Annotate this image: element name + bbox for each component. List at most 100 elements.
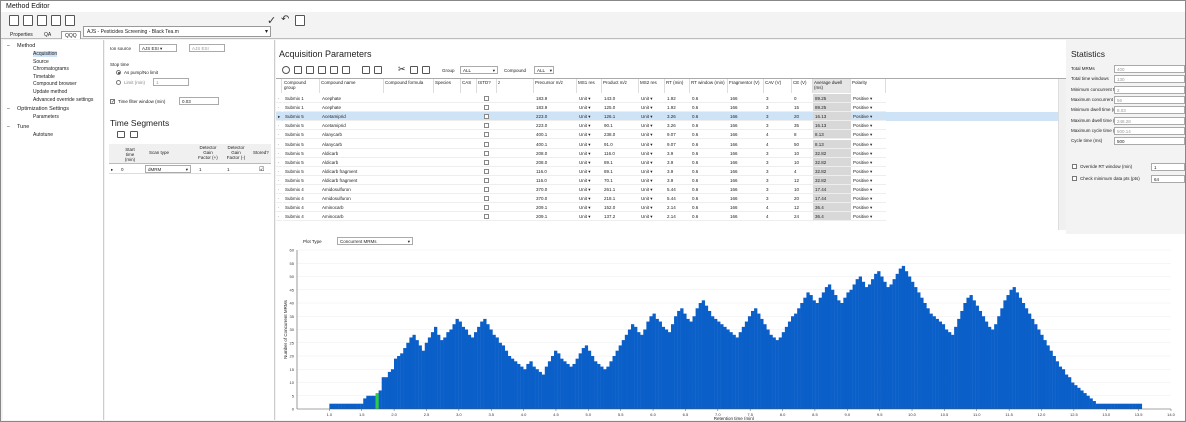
cell-empty[interactable] [384,149,434,158]
nav-item-optimization-settings[interactable]: Optimization Settings [17,106,69,112]
cell-ce[interactable]: 4 [792,167,813,176]
group-filter-select[interactable]: ALL ▾ [460,66,498,74]
cell-pol[interactable]: Positive ▾ [851,176,886,185]
cell-prod[interactable]: 89.1 [602,158,639,167]
cell-empty[interactable] [497,130,534,140]
col-header-compound-name[interactable]: Compound name [320,79,384,93]
cell-pol[interactable]: Positive ▾ [851,112,886,122]
cell-empty[interactable] [497,103,534,113]
cell-empty[interactable] [434,158,461,167]
cell-ms1[interactable]: Unit ▾ [577,194,602,204]
cell-ms2[interactable]: Unit ▾ [639,149,665,158]
cell-prod[interactable]: 116.0 [602,149,639,158]
cell-ms2[interactable]: Unit ▾ [639,158,665,167]
time-filter-checkbox[interactable]: ✓ [110,99,115,105]
cell-ms1[interactable]: Unit ▾ [577,176,602,185]
cell-empty[interactable] [434,140,461,149]
cell-ce[interactable]: 50 [792,140,813,149]
istd-checkbox[interactable] [477,112,497,122]
cell-empty[interactable] [461,158,477,167]
paste-icon[interactable] [422,66,430,74]
cell-empty[interactable] [384,194,434,204]
cell-rtw[interactable]: 0.6 [690,158,728,167]
cell-empty[interactable] [497,203,534,213]
stop-limit-input[interactable]: 1 [153,78,189,86]
cell-pol[interactable]: Positive ▾ [851,130,886,140]
cell-ms2[interactable]: Unit ▾ [639,112,665,122]
cell-group[interactable]: Submix 5 [283,149,320,158]
nav-item-timetable[interactable]: Timetable [33,74,55,80]
cell-pol[interactable]: Positive ▾ [851,94,886,103]
cell-frag[interactable]: 166 [728,94,764,103]
export-icon[interactable] [374,66,382,74]
cell-cav[interactable]: 3 [764,112,792,122]
cell-ms1[interactable]: Unit ▾ [577,158,602,167]
col-header-rt-min-[interactable]: RT (min) [665,79,690,93]
cell-empty[interactable] [434,149,461,158]
cell-ms1[interactable]: Unit ▾ [577,167,602,176]
cell-rtw[interactable]: 0.6 [690,140,728,149]
cell-ms2[interactable]: Unit ▾ [639,130,665,140]
override-rt-input[interactable]: 1 [1151,163,1185,171]
cell-empty[interactable] [384,203,434,213]
cell-prod[interactable]: 70.1 [602,176,639,185]
cell-ms2[interactable]: Unit ▾ [639,140,665,149]
cell-frag[interactable]: 166 [728,194,764,204]
cell-pol[interactable]: Positive ▾ [851,149,886,158]
cell-name[interactable]: Acetamiprid [320,112,384,122]
cell-prec[interactable]: 370.0 [534,194,577,204]
cell-rtw[interactable]: 0.6 [690,185,728,194]
cell-rt[interactable]: 1.92 [665,94,690,103]
delete-segment-icon[interactable] [130,131,138,138]
cell-empty[interactable] [497,176,534,185]
cell-prod[interactable]: 143.0 [602,94,639,103]
tree-expander-icon[interactable]: – [7,43,10,49]
paste-rows-icon[interactable] [342,66,350,74]
cell-name[interactable]: Aldicarb [320,158,384,167]
tree-expander-icon[interactable]: – [7,124,10,130]
stop-limit-radio[interactable] [116,80,121,85]
tab-qa[interactable]: QA [41,31,54,39]
cell-cav[interactable]: 4 [764,140,792,149]
cell-frag[interactable]: 166 [728,130,764,140]
cell-prec[interactable]: 116.0 [534,176,577,185]
seg-scan-select[interactable]: dMRM ▾ [145,165,191,173]
cell-dwell[interactable]: 16.13 [813,121,851,131]
istd-checkbox[interactable] [477,149,497,158]
cell-ms2[interactable]: Unit ▾ [639,94,665,103]
col-header-polarity[interactable]: Polarity [851,79,886,93]
cell-rt[interactable]: 3.9 [665,167,690,176]
cell-ce[interactable]: 20 [792,194,813,204]
table-row[interactable]: · Submix 1 Acephate 183.9 Unit ▾ 125.0 Unit ▾ 1… [276,103,1066,113]
cell-prec[interactable]: 208.0 [534,158,577,167]
cell-group[interactable]: Submix 1 [283,103,320,113]
cell-rtw[interactable]: 0.6 [690,112,728,122]
col-header-cav-v-[interactable]: CAV (V) [764,79,792,93]
delete-row-icon[interactable] [318,66,326,74]
save-icon[interactable] [37,15,47,26]
save-as-icon[interactable] [51,15,61,26]
cell-empty[interactable] [497,140,534,149]
cell-cav[interactable]: 3 [764,149,792,158]
cell-prod[interactable]: 90.1 [602,121,639,131]
cell-ms2[interactable]: Unit ▾ [639,212,665,222]
cell-dwell[interactable]: 32.82 [813,175,851,185]
col-header-precursor-m-z[interactable]: Precursor m/z [534,79,577,93]
cell-ce[interactable]: 20 [792,112,813,122]
cell-pol[interactable]: Positive ▾ [851,103,886,113]
cell-empty[interactable] [434,103,461,113]
report-icon[interactable] [295,15,305,26]
cell-name[interactable]: Amidosulfuron [320,185,384,194]
cell-group[interactable]: Submix 4 [283,194,320,204]
cell-prod[interactable]: 218.1 [602,194,639,204]
cell-cav[interactable]: 4 [764,212,792,222]
cell-rt[interactable]: 9.07 [665,140,690,149]
cell-prod[interactable]: 152.0 [602,203,639,213]
cell-rt[interactable]: 1.92 [665,103,690,113]
cell-empty[interactable] [434,176,461,185]
add-row-icon[interactable] [294,66,302,74]
cell-empty[interactable] [461,167,477,176]
cell-empty[interactable] [497,194,534,204]
cell-group[interactable]: Submix 5 [283,158,320,167]
istd-checkbox[interactable] [477,203,497,213]
